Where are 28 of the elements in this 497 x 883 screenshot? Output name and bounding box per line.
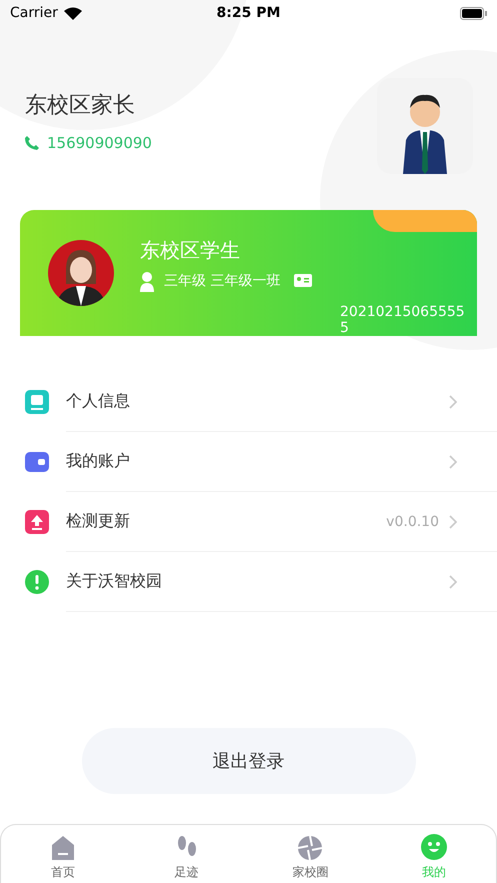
- person-icon: [140, 272, 156, 292]
- tab[interactable]: 足迹: [124, 825, 248, 883]
- smiley-icon: [421, 834, 448, 860]
- class-name: 三年级 三年级一班: [164, 272, 280, 290]
- chevron-icon: [449, 394, 457, 408]
- chevron-icon: [449, 454, 457, 468]
- student-name: 东校区学生: [140, 236, 241, 264]
- carrier-name: Carrier: [10, 5, 58, 21]
- phone-number: 15690909090: [47, 134, 152, 152]
- logout-button[interactable]: 退出登录: [82, 728, 416, 794]
- menu-item[interactable]: 个人信息: [66, 372, 497, 432]
- tab[interactable]: 首页: [1, 825, 125, 883]
- chevron-icon: [449, 514, 457, 528]
- id-card-icon: [294, 274, 312, 286]
- home-icon: [52, 836, 74, 860]
- menu-item[interactable]: 我的账户: [66, 432, 497, 492]
- tab[interactable]: 家校圈: [248, 825, 372, 883]
- menu-item[interactable]: 关于沃智校园: [66, 552, 497, 612]
- wifi-icon: [64, 6, 82, 20]
- chevron-icon: [449, 574, 457, 588]
- menu-item[interactable]: 检测更新 v0.0.10: [66, 492, 497, 552]
- clock-time: 8:25 PM: [216, 5, 280, 21]
- version-text: v0.0.10: [386, 514, 439, 530]
- student-id: 20210215065555 5: [340, 304, 465, 336]
- battery-icon: [460, 6, 487, 20]
- aperture-icon: [298, 836, 322, 860]
- parent-name: 东校区家长: [25, 92, 136, 120]
- phone-icon: [25, 136, 39, 150]
